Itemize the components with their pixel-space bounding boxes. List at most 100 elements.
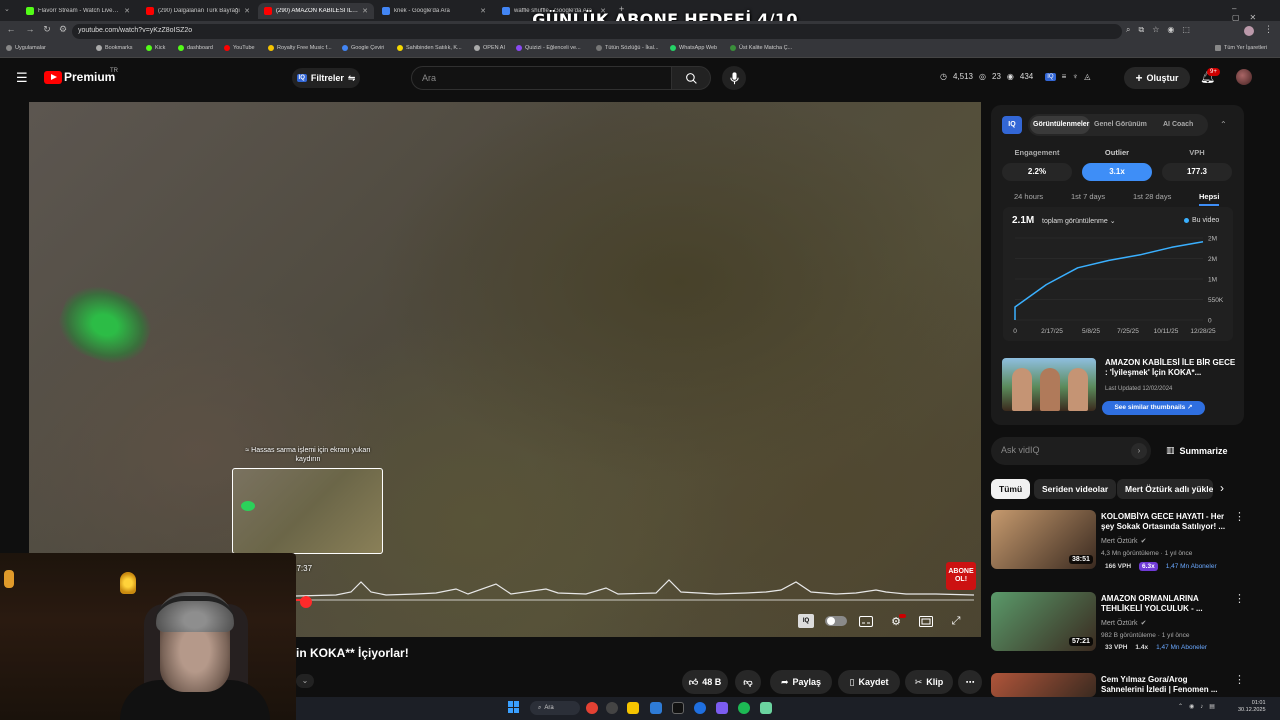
- browser-tab[interactable]: Flavorr Stream - Watch Live on ✕: [20, 3, 136, 19]
- chip-all[interactable]: Tümü: [991, 479, 1031, 499]
- seekbar-heatmap[interactable]: [296, 572, 974, 604]
- chevron-right-icon[interactable]: ›: [1220, 481, 1224, 495]
- recommendation-channel[interactable]: Mert Öztürk ✔: [1101, 619, 1146, 627]
- voice-search-button[interactable]: [722, 66, 746, 90]
- tab-overview[interactable]: Genel Görünüm: [1094, 121, 1147, 128]
- tab-close-icon[interactable]: ✕: [358, 7, 368, 15]
- chevron-right-icon[interactable]: ›: [1131, 443, 1147, 459]
- range-all[interactable]: Hepsi: [1199, 192, 1220, 206]
- tab-ai-coach[interactable]: AI Coach: [1163, 121, 1193, 128]
- search-input[interactable]: Ara: [411, 66, 672, 90]
- tab-search-icon[interactable]: ⌄: [4, 5, 10, 13]
- chart-metric-select[interactable]: toplam görüntülenme ⌄: [1042, 217, 1116, 225]
- bookmark-item[interactable]: Sahibinden Satılık, K...: [397, 45, 462, 51]
- chevron-down-icon[interactable]: ⌄: [296, 674, 314, 688]
- metric-vph-value[interactable]: 177.3: [1162, 163, 1232, 181]
- youtube-premium-label[interactable]: Premium: [64, 70, 115, 84]
- more-actions-button[interactable]: ⋯: [958, 670, 982, 694]
- share-button[interactable]: ➦ Paylaş: [770, 670, 832, 694]
- profile-icon[interactable]: [1244, 26, 1254, 36]
- create-button[interactable]: + Oluştur: [1124, 67, 1190, 89]
- recommendation-title[interactable]: KOLOMBİYA GECE HAYATI - Her şey Sokak Or…: [1101, 512, 1231, 532]
- search-button[interactable]: [671, 66, 711, 90]
- bookmark-item[interactable]: Google Çeviri: [342, 45, 384, 51]
- bookmark-item[interactable]: dashboard: [178, 45, 213, 51]
- theater-mode-icon[interactable]: [917, 612, 935, 630]
- bell-outline-icon[interactable]: ◬: [1084, 72, 1090, 81]
- system-tray-icons[interactable]: ⌃◉♪▤: [1178, 703, 1221, 710]
- menu-icon[interactable]: ⋮: [1264, 24, 1273, 35]
- hamburger-menu-icon[interactable]: ☰: [16, 70, 28, 86]
- fullscreen-icon[interactable]: ⤢: [947, 612, 965, 630]
- forward-icon[interactable]: →: [24, 24, 36, 34]
- more-vertical-icon[interactable]: ⋮: [1234, 592, 1245, 605]
- ask-vidiq-input[interactable]: Ask vidIQ: [991, 437, 1151, 465]
- bookmark-item[interactable]: Üst Kalite Matcha Ç...: [730, 45, 792, 51]
- vidiq-icon[interactable]: IQ: [1045, 72, 1056, 81]
- filters-button[interactable]: IQ Filtreler ⇋: [292, 68, 360, 88]
- summarize-button[interactable]: ▥ Summarize: [1166, 445, 1228, 456]
- recommendation-thumbnail[interactable]: [991, 673, 1096, 697]
- subtitles-icon[interactable]: [857, 612, 875, 630]
- chip-channel-uploads[interactable]: Mert Öztürk adlı yükle: [1117, 479, 1213, 499]
- explorer-taskbar-icon[interactable]: [627, 702, 639, 714]
- leaderboard-icon[interactable]: ≡: [1062, 72, 1067, 81]
- autoplay-toggle[interactable]: [825, 616, 847, 626]
- all-bookmarks[interactable]: Tüm Yer İşaretleri: [1215, 45, 1267, 51]
- save-button[interactable]: ▯ Kaydet: [838, 670, 900, 694]
- bookmark-item[interactable]: Kick: [146, 45, 165, 51]
- browser-tab[interactable]: (290) AMAZON KABİLESİ İLE BİR✕: [258, 3, 374, 19]
- tab-views[interactable]: Görüntülenmeler: [1033, 121, 1089, 128]
- bookmark-item[interactable]: Tütün Sözlüğü - İkal...: [596, 45, 659, 51]
- window-controls[interactable]: –▢✕: [1232, 4, 1280, 22]
- range-24-hours[interactable]: 24 hours: [1014, 192, 1043, 201]
- extension-icons[interactable]: ⌕⧉☆◉⬚: [1126, 25, 1198, 35]
- spotify-taskbar-icon[interactable]: [738, 702, 750, 714]
- range-28-days[interactable]: 1st 28 days: [1133, 192, 1171, 201]
- related-thumbnail[interactable]: [1002, 358, 1096, 411]
- chip-series[interactable]: Seriden videolar: [1034, 479, 1117, 499]
- recommendation-channel[interactable]: Mert Öztürk ✔: [1101, 537, 1146, 545]
- back-icon[interactable]: ←: [5, 24, 17, 34]
- bookmark-item[interactable]: Uygulamalar: [6, 45, 46, 51]
- taskbar-search[interactable]: ⌕ Ara: [530, 701, 580, 715]
- see-similar-thumbnails-button[interactable]: See similar thumbnails ↗: [1102, 401, 1205, 415]
- metric-outlier-value[interactable]: 3.1x: [1082, 163, 1152, 181]
- clip-button[interactable]: ✂ Klip: [905, 670, 953, 694]
- seekbar-scrubber[interactable]: [300, 596, 312, 608]
- recommendation-title[interactable]: AMAZON ORMANLARINA TEHLİKELİ YOLCULUK - …: [1101, 594, 1231, 614]
- bookmark-item[interactable]: WhatsApp Web: [670, 45, 717, 51]
- bookmark-item[interactable]: OPEN AI: [474, 45, 505, 51]
- terminal-taskbar-icon[interactable]: [672, 702, 684, 714]
- range-7-days[interactable]: 1st 7 days: [1071, 192, 1105, 201]
- bookmark-item[interactable]: Quizizi - Eğlenceli ve...: [516, 45, 581, 51]
- like-button[interactable]: 👍︎ 48 B: [682, 670, 728, 694]
- app-taskbar-icon[interactable]: [650, 702, 662, 714]
- windows-start-icon[interactable]: [508, 701, 520, 713]
- tab-close-icon[interactable]: ✕: [120, 7, 130, 15]
- vidiq-player-button[interactable]: IQ: [798, 614, 814, 628]
- obs-taskbar-icon[interactable]: [606, 702, 618, 714]
- recommendation-title[interactable]: Cem Yılmaz Gora/Arog Sahnelerini İzledi …: [1101, 675, 1231, 695]
- bookmark-item[interactable]: Bookmarks: [96, 45, 133, 51]
- tab-close-icon[interactable]: ✕: [240, 7, 250, 15]
- trophy-icon[interactable]: ♆: [1072, 72, 1078, 81]
- browser-tab[interactable]: kriek - Google'da Ara ✕: [376, 3, 492, 19]
- metric-engagement-value[interactable]: 2.2%: [1002, 163, 1072, 181]
- chevron-up-icon[interactable]: ⌃: [1220, 120, 1227, 129]
- reload-icon[interactable]: ↻: [41, 24, 53, 35]
- more-vertical-icon[interactable]: ⋮: [1234, 673, 1245, 686]
- site-info-icon[interactable]: ⚙: [57, 24, 69, 35]
- user-avatar[interactable]: [1236, 69, 1252, 85]
- edge-taskbar-icon[interactable]: [694, 702, 706, 714]
- discord-taskbar-icon[interactable]: [716, 702, 728, 714]
- url-input[interactable]: youtube.com/watch?v=yKzZ8oISZ2o: [72, 24, 1122, 39]
- misc-taskbar-icon[interactable]: [760, 702, 772, 714]
- browser-tab[interactable]: (290) Dalgalanan Türk Bayrağı ✕: [140, 3, 256, 19]
- more-vertical-icon[interactable]: ⋮: [1234, 510, 1245, 523]
- chrome-taskbar-icon[interactable]: [586, 702, 598, 714]
- subscribe-overlay-badge[interactable]: ABONE OL!: [946, 562, 976, 590]
- bookmark-item[interactable]: Royalty Free Music f...: [268, 45, 332, 51]
- dislike-button[interactable]: 👎︎: [735, 670, 761, 694]
- bookmark-item[interactable]: YouTube: [224, 45, 255, 51]
